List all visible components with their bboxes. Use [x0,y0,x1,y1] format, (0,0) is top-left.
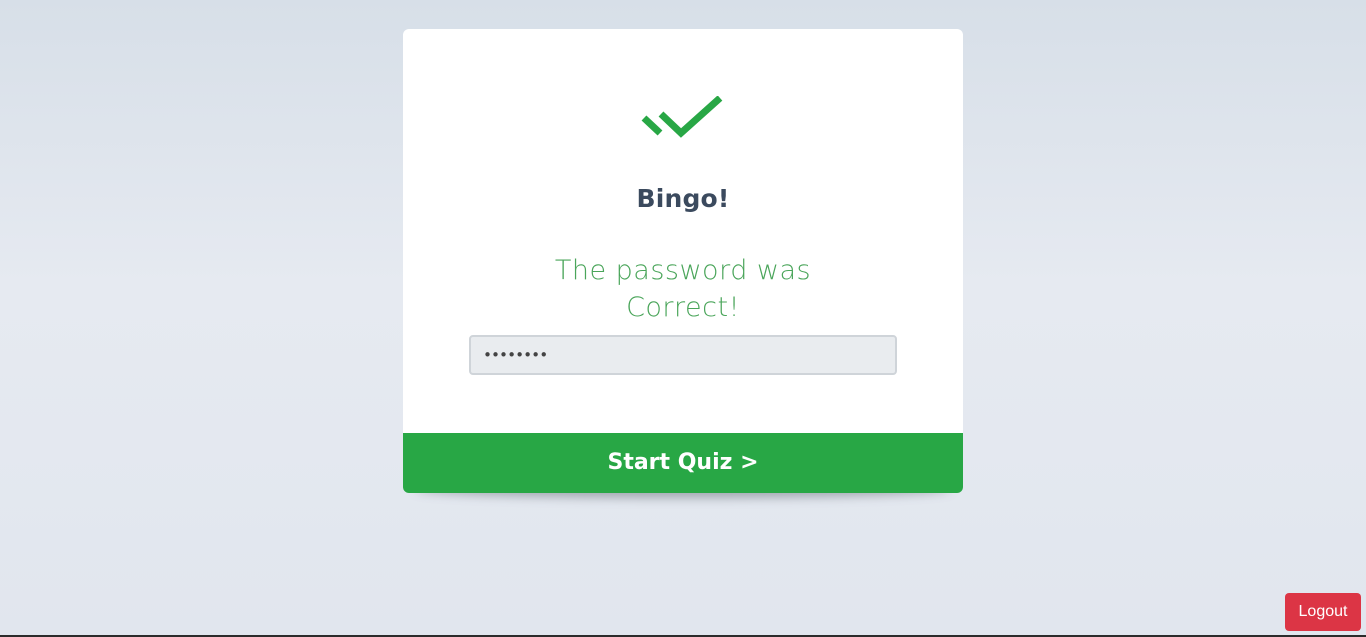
double-check-icon [641,96,723,138]
result-title: Bingo! [636,184,730,213]
result-message-line-2: Correct! [626,292,740,323]
logout-button[interactable]: Logout [1285,593,1361,631]
start-quiz-button[interactable]: Start Quiz > [403,433,963,493]
password-field[interactable]: •••••••• [469,335,897,375]
result-message-line-1: The password was [554,255,812,286]
result-message: The password was Correct! [403,252,963,326]
